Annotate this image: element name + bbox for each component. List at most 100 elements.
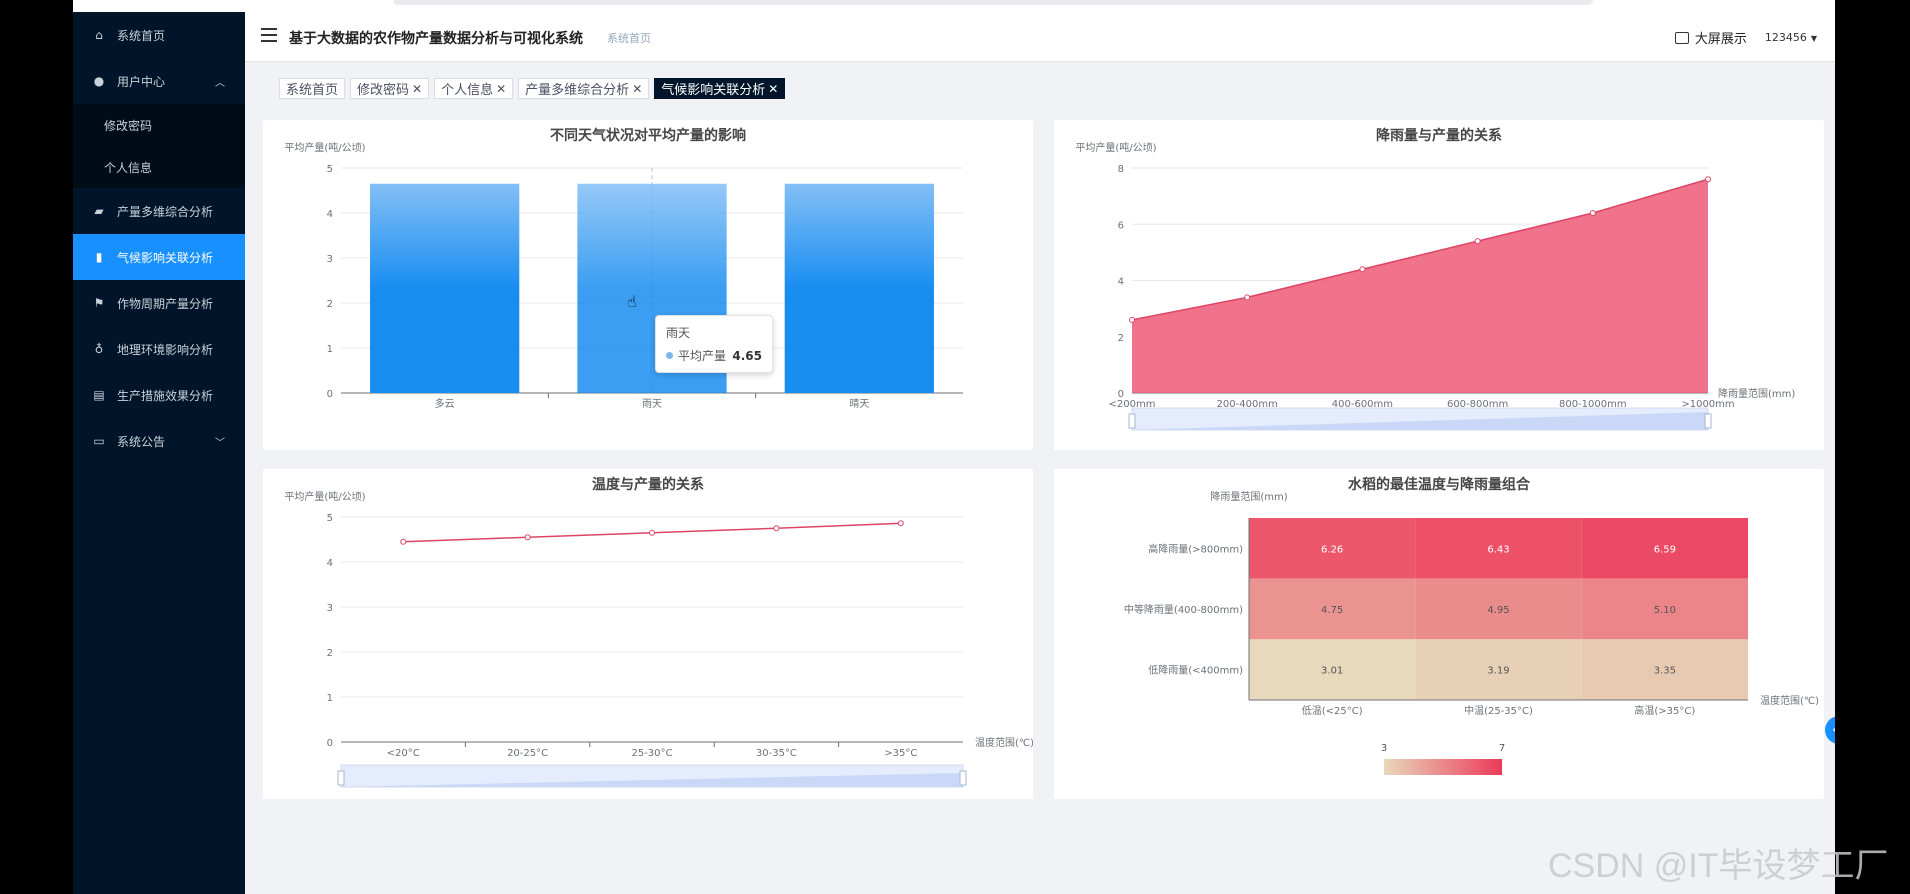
x-tick-label: 多云 — [435, 397, 455, 410]
y-tick-label: 5 — [327, 513, 333, 524]
y-tick-label: 1 — [327, 344, 333, 355]
tooltip-series-name: 平均产量 — [678, 349, 727, 363]
data-point — [1359, 266, 1366, 273]
y-tick-label: 0 — [327, 389, 333, 400]
tag-personal-info[interactable]: 个人信息 ✕ — [434, 78, 514, 99]
rice-heatmap-chart[interactable]: 降雨量范围(mm)6.26 6.43 6.59高降雨量(>800mm)4.75 4.9… — [1054, 469, 1824, 799]
chart-panel-temperature: 温度与产量的关系 0 1 2 3 4 5 平均产量(吨/公顷) 温度范围(℃) <20°C 20-… — [263, 469, 1034, 799]
big-screen-label: 大屏展示 — [1694, 32, 1747, 47]
chart-panel-weather: 不同天气状况对平均产量的影响 0 1 2 3 4 5 平均产量(吨/公顷) 多云 雨天 晴天 — [263, 120, 1033, 450]
y-tick-label: 4 — [1118, 277, 1124, 288]
sidebar-item-home[interactable]: ⌂ 系统首页 — [73, 12, 245, 58]
sidebar-item-geo-environment[interactable]: ♁ 地理环境影响分析 — [73, 326, 245, 372]
sidebar-item-user-center[interactable]: ● 用户中心 ︿ — [73, 58, 245, 104]
heatmap-cell-label: 6.43 — [1487, 544, 1509, 555]
tag-label: 产量多维综合分析 — [525, 83, 630, 98]
app-window: ⌂ 系统首页 ● 用户中心 ︿ 修改密码 个人信息 ▰ 产量多维综合分析 ▮ 气… — [73, 0, 1835, 894]
chevron-down-icon: ﹀ — [215, 437, 225, 449]
chart-panel-heatmap: 水稻的最佳温度与降雨量组合 降雨量范围(mm) 6.26 6.43 6.59 高降雨量(… — [1054, 469, 1824, 799]
y-tick-label: 3 — [327, 254, 333, 265]
sidebar-item-announcements[interactable]: ▭ 系统公告 ﹀ — [73, 418, 245, 464]
tag-climate-analysis[interactable]: 气候影响关联分析 ✕ — [654, 78, 786, 99]
tag-yield-analysis[interactable]: 产量多维综合分析 ✕ — [518, 78, 650, 99]
data-point — [897, 520, 904, 527]
x-axis-label: 温度范围(℃) — [975, 736, 1033, 749]
heatmap-cell-label: 4.95 — [1487, 605, 1509, 616]
bar-chart-icon: ▮ — [95, 250, 103, 264]
heatmap-cell-label: 3.35 — [1654, 666, 1676, 677]
datazoom-handle-left — [1128, 413, 1136, 429]
user-menu[interactable]: 123456 ▼ — [1765, 31, 1817, 44]
data-point — [1589, 210, 1596, 216]
close-icon[interactable]: ✕ — [632, 82, 642, 96]
caret-down-icon: ▼ — [1810, 34, 1817, 43]
x-tick-label: >35°C — [884, 748, 917, 759]
chart-title: 不同天气状况对平均产量的影响 — [550, 128, 746, 144]
y-tick-label: 高降雨量(>800mm) — [1148, 542, 1243, 555]
username: 123456 — [1764, 31, 1807, 44]
temperature-line-chart[interactable]: 012345平均产量(吨/公顷)温度范围(℃)<20°C 20-25°C 25-30… — [263, 469, 1034, 799]
sidebar-item-yield-analysis[interactable]: ▰ 产量多维综合分析 — [73, 188, 245, 234]
sidebar-item-change-password[interactable]: 修改密码 — [73, 104, 245, 146]
sidebar-item-production-measures[interactable]: ▤ 生产措施效果分析 — [73, 372, 245, 418]
heatmap-cell-label: 3.01 — [1321, 666, 1343, 677]
tag-home[interactable]: 系统首页 — [279, 78, 346, 99]
y-tick-label: 5 — [327, 164, 333, 175]
x-tick-label: 晴天 — [849, 397, 869, 410]
collapse-right-panel-button[interactable]: ‹ — [1825, 716, 1835, 744]
x-tick-label: 雨天 — [642, 399, 662, 410]
datazoom-handle-left — [337, 770, 345, 786]
tooltip-title: 雨天 — [666, 326, 691, 340]
heatmap-cell-label: 4.75 — [1321, 605, 1343, 616]
y-tick-label: 6 — [1118, 220, 1124, 231]
heatmap-cell-label: 6.26 — [1321, 544, 1343, 555]
data-point — [1474, 238, 1481, 245]
sidebar-item-crop-cycle[interactable]: ⚑ 作物周期产量分析 — [73, 280, 245, 326]
y-tick-label: 0 — [327, 738, 333, 749]
y-tick-label: 2 — [327, 648, 333, 659]
area-fill — [1132, 179, 1708, 393]
sidebar-item-personal-info[interactable]: 个人信息 — [73, 146, 245, 188]
app-title: 基于大数据的农作物产量数据分析与可视化系统 — [289, 31, 583, 47]
tags-view: 系统首页 修改密码 ✕ 个人信息 ✕ 产量多维综合分析 ✕ 气候影响关联分析 ✕ — [279, 78, 790, 99]
close-icon[interactable]: ✕ — [412, 82, 422, 96]
data-point — [649, 529, 655, 536]
bar — [784, 183, 934, 393]
sidebar-item-label: 系统首页 — [117, 28, 166, 43]
menu-toggle-icon[interactable] — [261, 28, 277, 42]
datazoom-handle-right — [959, 770, 967, 786]
y-tick-label: 2 — [1118, 333, 1124, 344]
submenu-user-center: 修改密码 个人信息 — [73, 104, 245, 188]
weather-bar-chart[interactable]: 012345平均产量(吨/公顷)多云 雨天 晴天 — [263, 120, 1033, 450]
close-icon[interactable]: ✕ — [768, 82, 778, 96]
tag-change-password[interactable]: 修改密码 ✕ — [350, 78, 430, 99]
big-screen-button[interactable]: 大屏展示 — [1674, 28, 1747, 47]
data-point — [1244, 294, 1251, 301]
x-tick-label: 30-35°C — [756, 748, 797, 759]
visualmap-min-label: 3 — [1381, 743, 1387, 754]
tag-label: 气候影响关联分析 — [661, 83, 766, 98]
close-icon[interactable]: ✕ — [496, 82, 506, 96]
chart-title: 水稻的最佳温度与降雨量组合 — [1348, 477, 1530, 493]
watermark: CSDN @IT毕设梦工厂 — [1548, 847, 1889, 885]
y-tick-label: 4 — [327, 209, 333, 220]
chart-tooltip: 雨天 平均产量 4.65 — [655, 315, 773, 373]
y-tick-label: 8 — [1118, 164, 1124, 175]
visualmap-max-label: 7 — [1499, 743, 1505, 754]
data-point — [1705, 176, 1711, 183]
heatmap-cell-label: 3.19 — [1487, 666, 1509, 677]
sidebar-item-label: 个人信息 — [104, 160, 153, 175]
sidebar-item-climate-analysis[interactable]: ▮ 气候影响关联分析 — [73, 234, 245, 280]
heatmap-cell-label: 6.59 — [1654, 544, 1676, 555]
sidebar-item-label: 系统公告 — [117, 434, 166, 449]
tag-label: 修改密码 — [357, 83, 410, 98]
rainfall-area-chart[interactable]: 02468平均产量(吨/公顷)降雨量范围(mm)<200mm 200-400mm 4… — [1054, 120, 1824, 450]
bar — [370, 183, 520, 393]
briefcase-icon: ▰ — [94, 204, 104, 218]
sidebar: ⌂ 系统首页 ● 用户中心 ︿ 修改密码 个人信息 ▰ 产量多维综合分析 ▮ 气… — [73, 12, 245, 894]
data-point — [1129, 316, 1135, 323]
sidebar-item-label: 产量多维综合分析 — [117, 204, 214, 219]
breadcrumb[interactable]: 系统首页 — [607, 30, 651, 46]
x-tick-label: 低温(<25°C) — [1302, 704, 1363, 717]
top-header: 基于大数据的农作物产量数据分析与可视化系统 系统首页 大屏展示 123456 ▼ — [245, 12, 1835, 62]
